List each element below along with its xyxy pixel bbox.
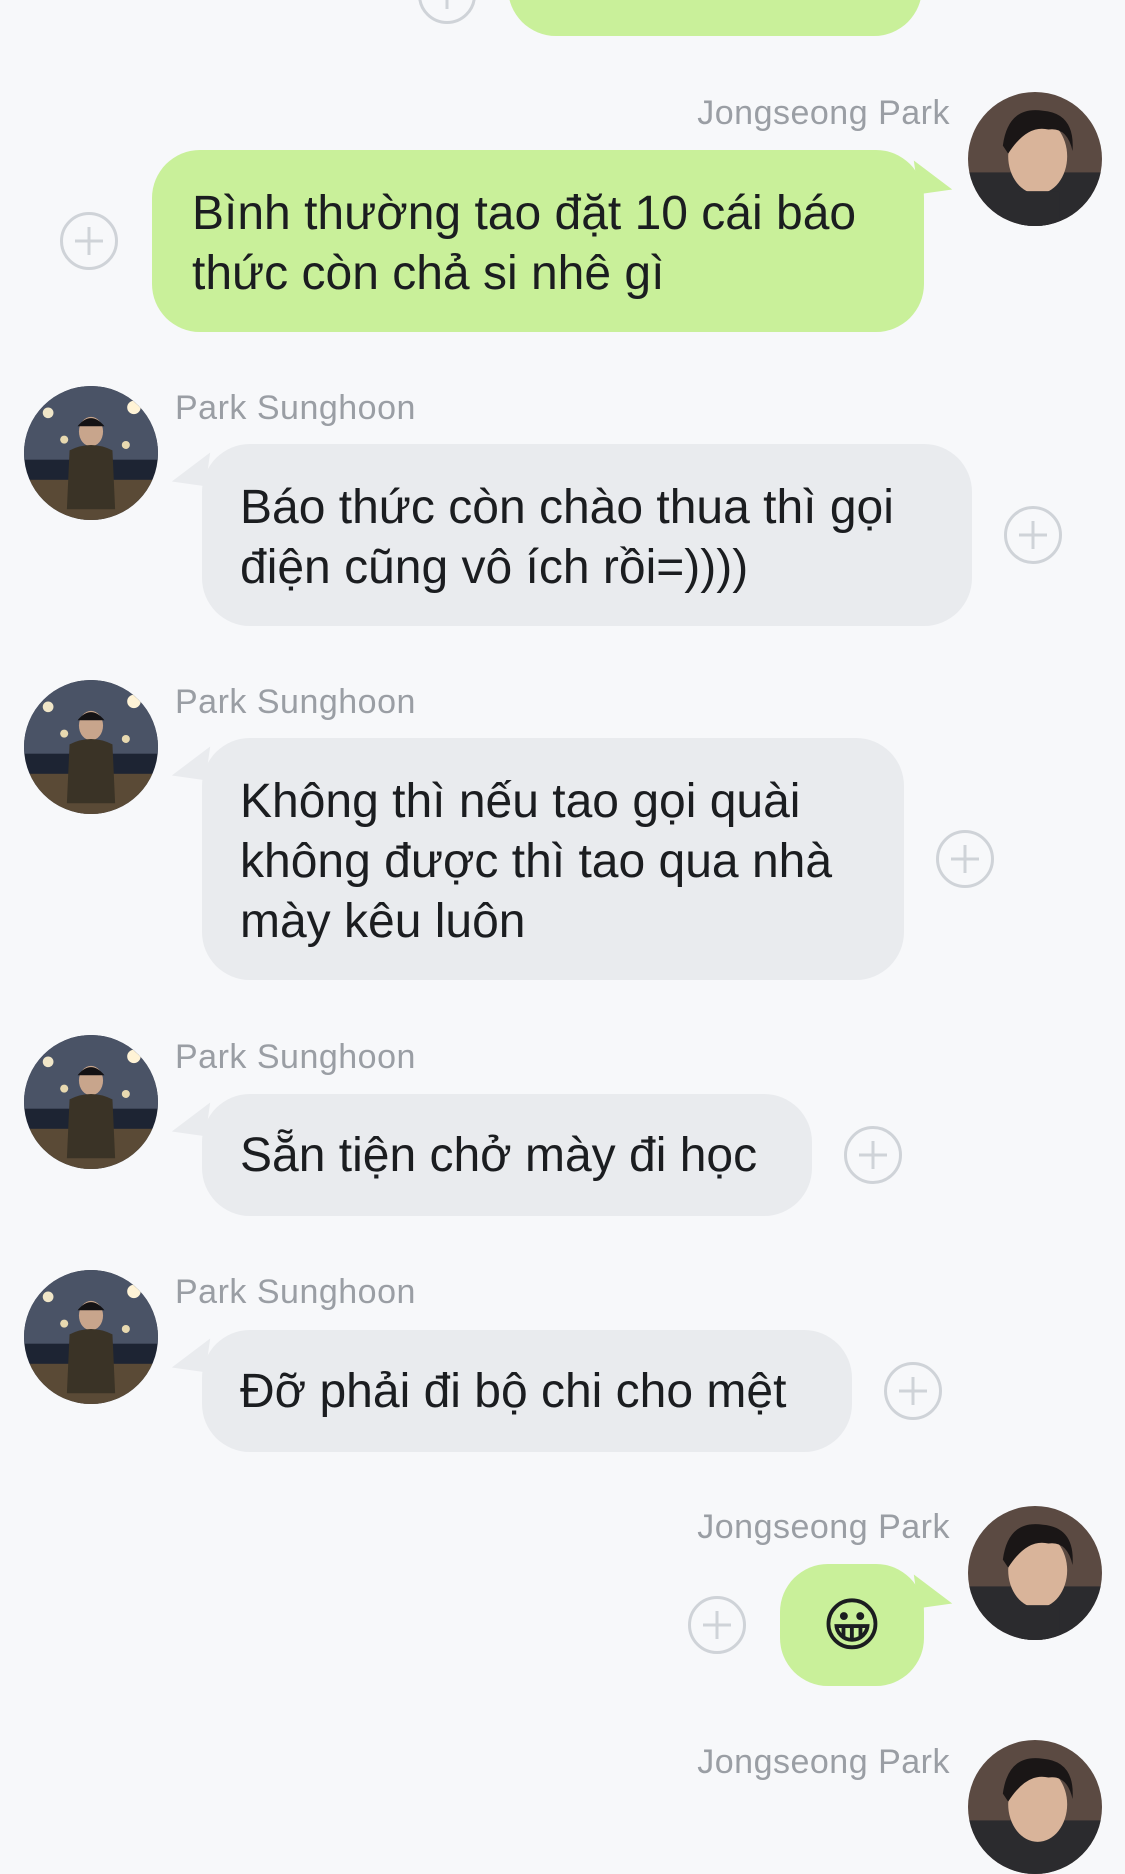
message-text: Sẵn tiện chở mày đi học [240, 1129, 758, 1182]
message-bubble-incoming[interactable]: Không thì nếu tao gọi quài không được th… [202, 738, 904, 980]
sender-name: Park Sunghoon [175, 683, 416, 721]
avatar-jongseong[interactable] [968, 1506, 1102, 1640]
portrait-avatar-image [24, 1035, 158, 1169]
sender-name: Jongseong Park [697, 94, 950, 132]
add-reaction-button[interactable] [884, 1362, 942, 1420]
add-reaction-button[interactable] [844, 1126, 902, 1184]
message-bubble-outgoing[interactable]: Bình thường tao đặt 10 cái báo thức còn … [152, 150, 924, 332]
avatar-jongseong[interactable] [968, 1740, 1102, 1874]
portrait-avatar-image [24, 386, 158, 520]
message-bubble-incoming[interactable]: Báo thức còn chào thua thì gọi điện cũng… [202, 444, 972, 626]
sender-name: Jongseong Park [697, 1508, 950, 1546]
message-bubble-incoming[interactable]: Sẵn tiện chở mày đi học [202, 1094, 812, 1216]
add-reaction-button[interactable] [688, 1596, 746, 1654]
avatar-sunghoon[interactable] [24, 1270, 158, 1404]
message-bubble-partial[interactable]: 😀 [508, 0, 922, 36]
sender-name: Jongseong Park [697, 1743, 950, 1781]
sender-name: Park Sunghoon [175, 1273, 416, 1311]
message-text: Không thì nếu tao gọi quài không được th… [240, 775, 833, 948]
message-bubble-incoming[interactable]: Đỡ phải đi bộ chi cho mệt [202, 1330, 852, 1452]
grinning-emoji: 😀 [830, 0, 880, 18]
add-reaction-button[interactable] [60, 212, 118, 270]
add-reaction-button[interactable] [936, 830, 994, 888]
avatar-jongseong[interactable] [968, 92, 1102, 226]
portrait-avatar-image [24, 680, 158, 814]
portrait-avatar-image [968, 1506, 1102, 1640]
message-text: Bình thường tao đặt 10 cái báo thức còn … [192, 187, 857, 300]
portrait-avatar-image [24, 1270, 158, 1404]
sender-name: Park Sunghoon [175, 389, 416, 427]
avatar-sunghoon[interactable] [24, 386, 158, 520]
sender-name: Park Sunghoon [175, 1038, 416, 1076]
avatar-sunghoon[interactable] [24, 1035, 158, 1169]
portrait-avatar-image [968, 1740, 1102, 1874]
message-text: Báo thức còn chào thua thì gọi điện cũng… [240, 481, 894, 594]
portrait-avatar-image [968, 92, 1102, 226]
message-bubble-outgoing[interactable]: 😀 [780, 1564, 924, 1686]
grinning-emoji: 😀 [821, 1591, 883, 1659]
avatar-sunghoon[interactable] [24, 680, 158, 814]
message-text: Đỡ phải đi bộ chi cho mệt [240, 1365, 787, 1418]
add-reaction-button[interactable] [1004, 506, 1062, 564]
add-reaction-button[interactable] [418, 0, 476, 24]
